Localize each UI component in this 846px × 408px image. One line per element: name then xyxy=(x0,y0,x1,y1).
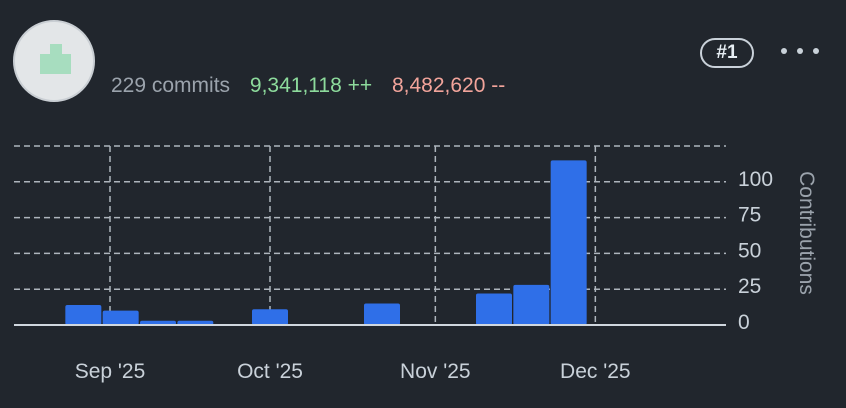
contributions-chart: 0 25 50 75 100 Sep '25 Oct '25 Nov '25 Dec '25 Co… xyxy=(14,145,818,383)
contribution-bar xyxy=(102,310,139,325)
contribution-bar xyxy=(476,293,512,325)
contribution-bar xyxy=(550,160,587,325)
y-tick-label: 50 xyxy=(738,239,761,262)
x-tick-label: Oct '25 xyxy=(237,360,303,383)
y-tick-label: 100 xyxy=(738,168,773,191)
contribution-bar xyxy=(252,309,288,325)
y-tick-label: 75 xyxy=(738,204,761,227)
x-tick-label: Sep '25 xyxy=(75,360,146,383)
x-tick-label: Nov '25 xyxy=(400,360,471,383)
y-tick-label: 25 xyxy=(738,275,761,298)
contribution-bar xyxy=(65,304,102,325)
y-axis-title: Contributions xyxy=(795,171,818,295)
y-tick-label: 0 xyxy=(738,311,750,334)
contribution-bar xyxy=(364,303,400,325)
contribution-bar xyxy=(513,284,550,325)
contributor-card: 229 commits 9,341,118 ++ 8,482,620 -- #1… xyxy=(0,0,846,408)
x-tick-label: Dec '25 xyxy=(560,360,631,383)
